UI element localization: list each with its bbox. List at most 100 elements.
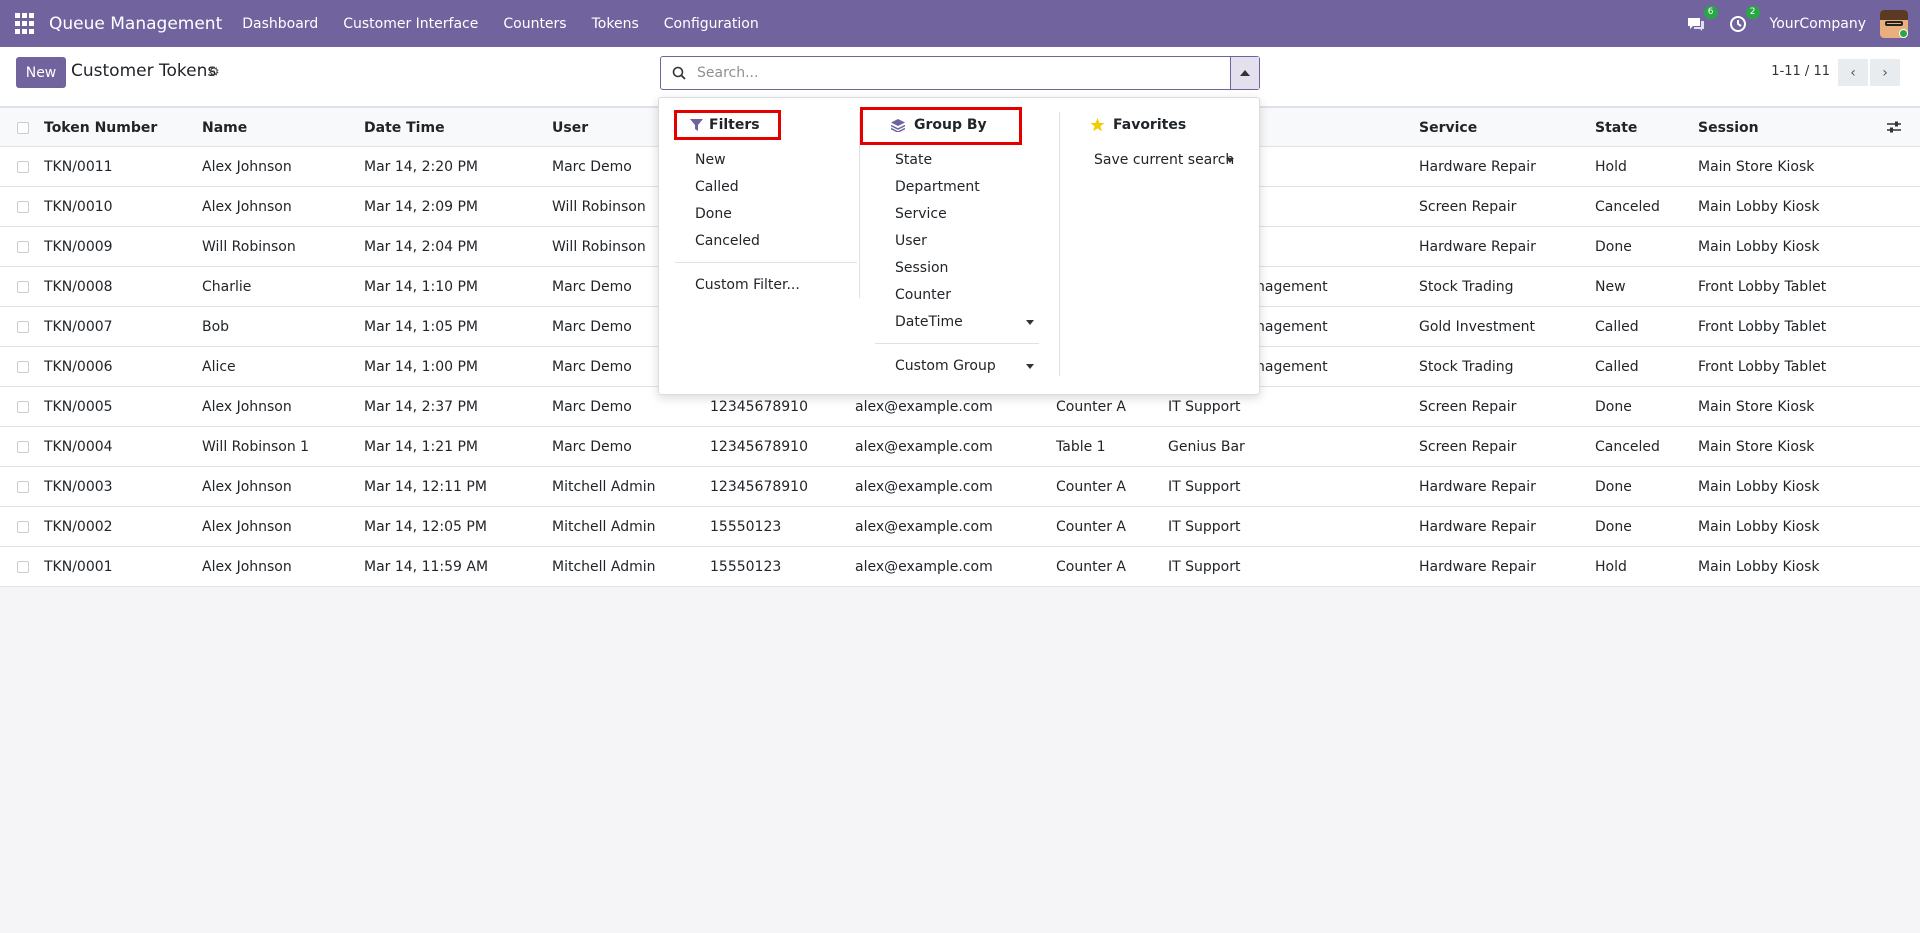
app-name[interactable]: Queue Management [49,14,222,34]
caret-up-icon [1240,70,1250,76]
header-date-time[interactable]: Date Time [364,108,445,148]
messages-icon[interactable]: 6 [1686,5,1718,34]
cell-name: Charlie [202,279,252,295]
groupby-department[interactable]: Department [895,176,980,198]
cell-session: Main Store Kiosk [1698,399,1815,415]
groupby-title: Group By [914,117,987,133]
pager-previous-button[interactable]: ‹ [1838,59,1868,86]
row-checkbox[interactable] [17,361,29,373]
cell-state: Done [1595,399,1632,415]
search-input[interactable] [697,57,1230,89]
groupby-header: Group By [891,111,987,139]
groupby-counter[interactable]: Counter [895,284,951,306]
cell-session: Main Lobby Kiosk [1698,559,1820,575]
apps-menu-icon[interactable] [15,12,37,35]
user-avatar[interactable] [1880,9,1908,38]
save-current-search[interactable]: Save current search [1094,149,1234,171]
row-checkbox[interactable] [17,521,29,533]
page-title: Customer Tokens [71,61,217,81]
table-row[interactable]: TKN/0004 Will Robinson 1 Mar 14, 1:21 PM Ma… [0,427,1920,467]
nav-counters[interactable]: Counters [503,16,566,32]
groupby-state[interactable]: State [895,149,932,171]
header-service[interactable]: Service [1419,108,1477,148]
groupby-session[interactable]: Session [895,257,948,279]
top-navbar: Queue Management Dashboard Customer Inte… [0,0,1920,47]
row-checkbox[interactable] [17,241,29,253]
header-name[interactable]: Name [202,108,247,148]
star-icon [1090,118,1105,132]
favorites-title: Favorites [1113,117,1187,133]
cell-date-time: Mar 14, 2:37 PM [364,399,478,415]
layers-icon [891,118,905,132]
cell-date-time: Mar 14, 1:10 PM [364,279,478,295]
row-checkbox[interactable] [17,161,29,173]
cell-state: Done [1595,479,1632,495]
row-checkbox[interactable] [17,481,29,493]
nav-tokens[interactable]: Tokens [592,16,639,32]
header-state[interactable]: State [1595,108,1637,148]
row-checkbox[interactable] [17,321,29,333]
datetime-chevron-down-icon[interactable] [1026,320,1034,325]
nav-configuration[interactable]: Configuration [664,16,759,32]
table-row[interactable]: TKN/0001 Alex Johnson Mar 14, 11:59 AM Mitc… [0,547,1920,587]
select-all-checkbox[interactable] [17,122,29,134]
cell-department: Genius Bar [1168,439,1245,455]
custom-group[interactable]: Custom Group [895,355,996,377]
header-session[interactable]: Session [1698,108,1759,148]
cell-service: Screen Repair [1419,399,1517,415]
cell-name: Will Robinson [202,239,296,255]
activities-clock-icon[interactable]: 2 [1728,5,1760,34]
nav-dashboard[interactable]: Dashboard [242,16,318,32]
filter-done[interactable]: Done [695,203,732,225]
row-checkbox[interactable] [17,401,29,413]
table-row[interactable]: TKN/0002 Alex Johnson Mar 14, 12:05 PM Mitc… [0,507,1920,547]
filter-called[interactable]: Called [695,176,739,198]
search-options-toggle[interactable] [1230,57,1259,89]
cell-session: Main Store Kiosk [1698,439,1815,455]
company-switcher[interactable]: YourCompany [1770,16,1867,32]
row-checkbox[interactable] [17,561,29,573]
cell-date-time: Mar 14, 12:05 PM [364,519,487,535]
cell-token-number: TKN/0006 [44,359,113,375]
cell-department: nagement [1256,319,1328,335]
custom-filter[interactable]: Custom Filter... [695,274,800,296]
row-checkbox[interactable] [17,201,29,213]
cell-token-number: TKN/0004 [44,439,113,455]
cell-state: Canceled [1595,439,1660,455]
cell-session: Main Store Kiosk [1698,159,1815,175]
cell-phone: 15550123 [710,559,782,575]
cell-service: Screen Repair [1419,199,1517,215]
save-search-chevron-down-icon[interactable] [1226,158,1234,163]
filter-canceled[interactable]: Canceled [695,230,760,252]
cell-service: Stock Trading [1419,359,1514,375]
search-bar [660,56,1260,90]
optional-columns-icon[interactable] [1886,120,1902,138]
cell-user: Marc Demo [552,159,632,175]
header-token-number[interactable]: Token Number [44,108,157,148]
gear-icon[interactable]: ⚙ [208,65,220,80]
groupby-user[interactable]: User [895,230,927,252]
cell-token-number: TKN/0005 [44,399,113,415]
custom-group-chevron-down-icon[interactable] [1026,364,1034,369]
header-user[interactable]: User [552,108,588,148]
cell-service: Screen Repair [1419,439,1517,455]
cell-token-number: TKN/0010 [44,199,113,215]
nav-customer-interface[interactable]: Customer Interface [343,16,478,32]
row-checkbox[interactable] [17,281,29,293]
cell-token-number: TKN/0011 [44,159,113,175]
cell-state: Done [1595,239,1632,255]
cell-email: alex@example.com [855,479,993,495]
groupby-datetime[interactable]: DateTime [895,311,963,333]
list-empty-area [0,587,1920,933]
filter-new[interactable]: New [695,149,726,171]
cell-counter: Counter A [1056,479,1126,495]
cell-email: alex@example.com [855,439,993,455]
table-row[interactable]: TKN/0003 Alex Johnson Mar 14, 12:11 PM Mitc… [0,467,1920,507]
cell-token-number: TKN/0009 [44,239,113,255]
new-button[interactable]: New [16,57,66,88]
groupby-service[interactable]: Service [895,203,947,225]
pager-next-button[interactable]: › [1870,59,1900,86]
row-checkbox[interactable] [17,441,29,453]
cell-user: Marc Demo [552,399,632,415]
pager-value[interactable]: 1-11 / 11 [1771,64,1830,79]
